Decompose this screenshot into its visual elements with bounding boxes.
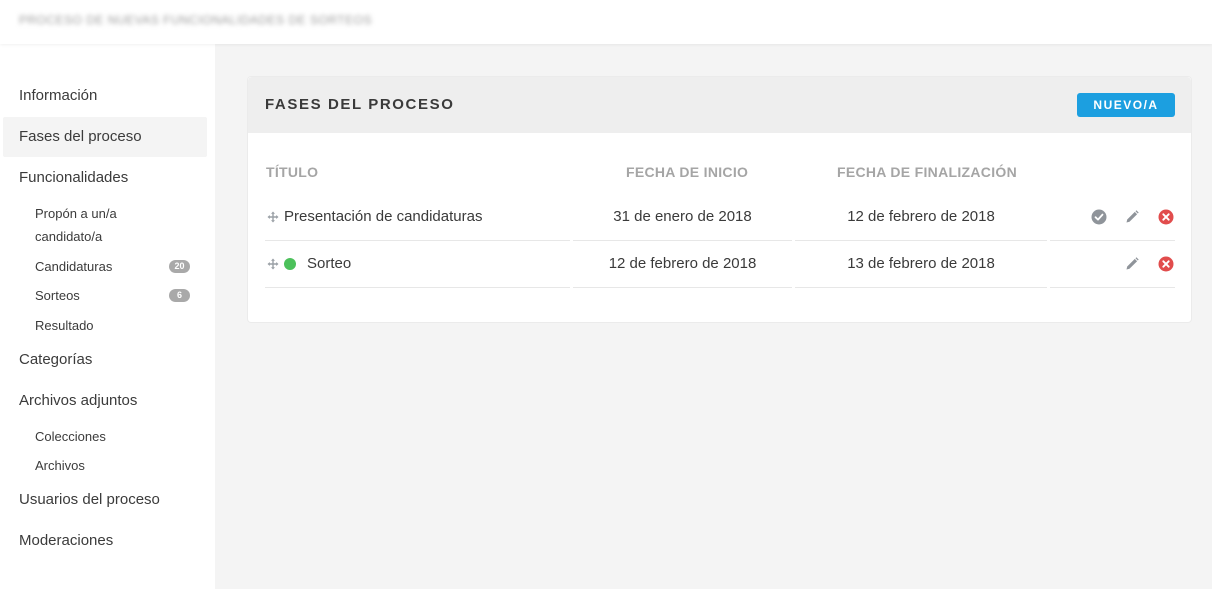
sidebar-subitem-label: Candidaturas <box>35 259 113 274</box>
sidebar-subitem-archivos[interactable]: Archivos <box>35 454 195 477</box>
sidebar-subitem-label: Colecciones <box>35 429 106 444</box>
table-row: Presentación de candidaturas 31 de enero… <box>265 194 1175 241</box>
column-header-end-date[interactable]: FECHA DE FINALIZACIÓN <box>837 164 1017 180</box>
pencil-icon[interactable] <box>1124 209 1140 225</box>
move-icon[interactable] <box>267 211 279 223</box>
column-header-title[interactable]: TÍTULO <box>266 164 318 180</box>
phase-end-date: 12 de febrero de 2018 <box>847 208 995 225</box>
sidebar-item-categorias[interactable]: Categorías <box>3 340 207 380</box>
count-badge: 6 <box>169 289 190 302</box>
sidebar-subitem-propon[interactable]: Propón a un/a candidato/a <box>35 202 195 248</box>
phase-title: Sorteo <box>307 255 352 272</box>
sidebar: Información Fases del proceso Funcionali… <box>0 44 215 589</box>
delete-icon[interactable] <box>1158 256 1174 272</box>
delete-icon[interactable] <box>1158 209 1174 225</box>
sidebar-subitem-resultado[interactable]: Resultado <box>35 314 195 337</box>
sidebar-item-fases[interactable]: Fases del proceso <box>3 117 207 157</box>
sidebar-subitem-label: Propón a un/a <box>35 206 117 221</box>
sidebar-item-funcionalidades[interactable]: Funcionalidades <box>3 158 207 198</box>
sidebar-item-archivos-adjuntos[interactable]: Archivos adjuntos <box>3 381 207 421</box>
count-badge: 20 <box>169 260 190 273</box>
sidebar-subitem-label: Resultado <box>35 318 94 333</box>
phase-end-date: 13 de febrero de 2018 <box>847 255 995 272</box>
new-phase-button[interactable]: NUEVO/A <box>1077 93 1175 117</box>
phase-start-date: 31 de enero de 2018 <box>613 208 752 225</box>
sidebar-subitem-candidaturas[interactable]: Candidaturas 20 <box>35 255 195 278</box>
main-content: FASES DEL PROCESO NUEVO/A TÍTULO FECHA D… <box>215 44 1212 589</box>
phase-title: Presentación de candidaturas <box>284 208 483 225</box>
card-header: FASES DEL PROCESO NUEVO/A <box>248 77 1191 133</box>
table-row: Sorteo 12 de febrero de 2018 13 de febre… <box>265 241 1175 288</box>
sidebar-subitem-label: Sorteos <box>35 288 80 303</box>
move-icon[interactable] <box>267 258 279 270</box>
activate-icon[interactable] <box>1091 209 1107 225</box>
phase-start-date: 12 de febrero de 2018 <box>608 255 757 272</box>
pencil-icon[interactable] <box>1124 256 1140 272</box>
phases-card: FASES DEL PROCESO NUEVO/A TÍTULO FECHA D… <box>247 76 1192 323</box>
sidebar-item-informacion[interactable]: Información <box>3 76 207 116</box>
column-header-start-date[interactable]: FECHA DE INICIO <box>626 164 748 180</box>
card-title: FASES DEL PROCESO <box>265 96 455 113</box>
top-bar: PROCESO DE NUEVAS FUNCIONALIDADES DE SOR… <box>0 0 1212 44</box>
sidebar-subitem-sorteos[interactable]: Sorteos 6 <box>35 284 195 307</box>
active-status-dot <box>284 258 296 270</box>
process-title: PROCESO DE NUEVAS FUNCIONALIDADES DE SOR… <box>19 13 372 27</box>
sidebar-subitem-label: Archivos <box>35 458 85 473</box>
sidebar-item-moderaciones[interactable]: Moderaciones <box>3 521 207 561</box>
sidebar-subitem-label: candidato/a <box>35 229 103 244</box>
sidebar-item-usuarios[interactable]: Usuarios del proceso <box>3 480 207 520</box>
sidebar-subitem-colecciones[interactable]: Colecciones <box>35 425 195 448</box>
